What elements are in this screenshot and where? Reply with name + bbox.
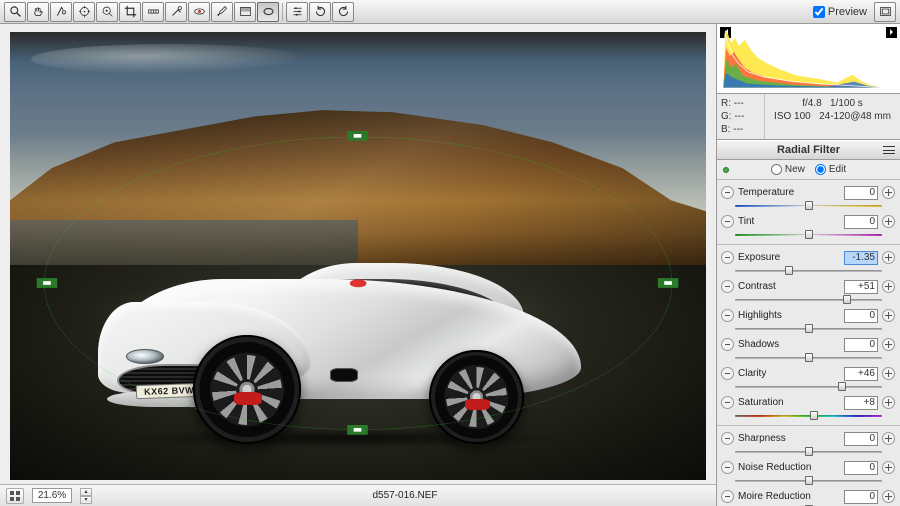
plus-icon[interactable] <box>882 367 895 380</box>
sharpness-value[interactable]: 0 <box>844 432 878 446</box>
highlights-value[interactable]: 0 <box>844 309 878 323</box>
preview-label: Preview <box>828 6 867 18</box>
grid-view-icon[interactable] <box>6 488 24 504</box>
shadows-value[interactable]: 0 <box>844 338 878 352</box>
highlights-slider[interactable] <box>735 325 882 332</box>
clarity-row: Clarity+46 <box>717 364 900 383</box>
plus-icon[interactable] <box>882 186 895 199</box>
preview-checkbox-input[interactable] <box>813 6 825 18</box>
open-preferences-tool[interactable] <box>286 2 308 22</box>
metadata-readout: R: --- G: --- B: --- f/4.8 1/100 s ISO 1… <box>717 94 900 140</box>
sharpness-slider[interactable] <box>735 448 882 455</box>
reset-icon[interactable] <box>721 251 734 264</box>
plus-icon[interactable] <box>882 490 895 503</box>
temperature-slider[interactable] <box>735 202 882 209</box>
reset-icon[interactable] <box>721 367 734 380</box>
plus-icon[interactable] <box>882 461 895 474</box>
sharpness-row: Sharpness0 <box>717 429 900 448</box>
adjustment-brush-tool[interactable] <box>211 2 233 22</box>
reset-icon[interactable] <box>721 396 734 409</box>
contrast-row: Contrast+51 <box>717 277 900 296</box>
plus-icon[interactable] <box>882 396 895 409</box>
photo-preview: KX62 BVW <box>10 32 706 480</box>
saturation-value[interactable]: +8 <box>844 396 878 410</box>
highlights-row: Highlights0 <box>717 306 900 325</box>
zoom-tool[interactable] <box>4 2 26 22</box>
white-balance-tool[interactable] <box>50 2 72 22</box>
color-sampler-tool[interactable] <box>73 2 95 22</box>
tint-value[interactable]: 0 <box>844 215 878 229</box>
moire-value[interactable]: 0 <box>844 490 878 504</box>
graduated-filter-tool[interactable] <box>234 2 256 22</box>
tint-slider[interactable] <box>735 231 882 238</box>
hand-tool[interactable] <box>27 2 49 22</box>
zoom-stepper[interactable]: ▴▾ <box>80 488 92 504</box>
image-canvas-area[interactable]: KX62 BVW <box>0 24 716 484</box>
panel-title: Radial Filter <box>717 140 900 160</box>
contrast-slider[interactable] <box>735 296 882 303</box>
straighten-tool[interactable] <box>142 2 164 22</box>
histogram[interactable] <box>717 24 900 94</box>
spot-removal-tool[interactable] <box>165 2 187 22</box>
saturation-row: Saturation+8 <box>717 393 900 412</box>
crop-tool[interactable] <box>119 2 141 22</box>
panel-menu-icon[interactable] <box>882 144 896 156</box>
plus-icon[interactable] <box>882 251 895 264</box>
exposure-row: Exposure-1.35 <box>717 248 900 267</box>
targeted-adjustment-tool[interactable] <box>96 2 118 22</box>
redeye-tool[interactable] <box>188 2 210 22</box>
tint-row: Tint0 <box>717 212 900 231</box>
reset-icon[interactable] <box>721 215 734 228</box>
highlight-clipping-icon[interactable] <box>886 27 897 38</box>
shadows-row: Shadows0 <box>717 335 900 354</box>
clarity-value[interactable]: +46 <box>844 367 878 381</box>
zoom-level[interactable]: 21.6% <box>32 488 72 503</box>
exposure-value[interactable]: -1.35 <box>844 251 878 265</box>
top-toolbar: Preview <box>0 0 900 24</box>
status-bar: 21.6% ▴▾ d557-016.NEF <box>0 484 716 506</box>
reset-icon[interactable] <box>721 186 734 199</box>
plus-icon[interactable] <box>882 309 895 322</box>
rotate-ccw-tool[interactable] <box>309 2 331 22</box>
mode-selector: New Edit <box>717 160 900 180</box>
reset-icon[interactable] <box>721 490 734 503</box>
noise-value[interactable]: 0 <box>844 461 878 475</box>
rotate-cw-tool[interactable] <box>332 2 354 22</box>
filename-label: d557-016.NEF <box>100 490 710 501</box>
exposure-slider[interactable] <box>735 267 882 274</box>
plus-icon[interactable] <box>882 215 895 228</box>
adjustments-panel: R: --- G: --- B: --- f/4.8 1/100 s ISO 1… <box>716 24 900 506</box>
temperature-value[interactable]: 0 <box>844 186 878 200</box>
temperature-row: Temperature0 <box>717 183 900 202</box>
clarity-slider[interactable] <box>735 383 882 390</box>
reset-icon[interactable] <box>721 309 734 322</box>
contrast-value[interactable]: +51 <box>844 280 878 294</box>
noise-slider[interactable] <box>735 477 882 484</box>
preview-checkbox[interactable]: Preview <box>813 6 867 18</box>
reset-icon[interactable] <box>721 461 734 474</box>
noise-row: Noise Reduction0 <box>717 458 900 477</box>
reset-icon[interactable] <box>721 280 734 293</box>
active-pin-icon <box>723 167 729 173</box>
mode-new-radio[interactable]: New <box>771 164 805 175</box>
shadows-slider[interactable] <box>735 354 882 361</box>
mode-edit-radio[interactable]: Edit <box>815 164 846 175</box>
plus-icon[interactable] <box>882 280 895 293</box>
reset-icon[interactable] <box>721 338 734 351</box>
switch-fullscreen-tool[interactable] <box>874 2 896 22</box>
plus-icon[interactable] <box>882 338 895 351</box>
radial-filter-tool[interactable] <box>257 2 279 22</box>
reset-icon[interactable] <box>721 432 734 445</box>
plus-icon[interactable] <box>882 432 895 445</box>
moire-row: Moire Reduction0 <box>717 487 900 506</box>
saturation-slider[interactable] <box>735 412 882 419</box>
